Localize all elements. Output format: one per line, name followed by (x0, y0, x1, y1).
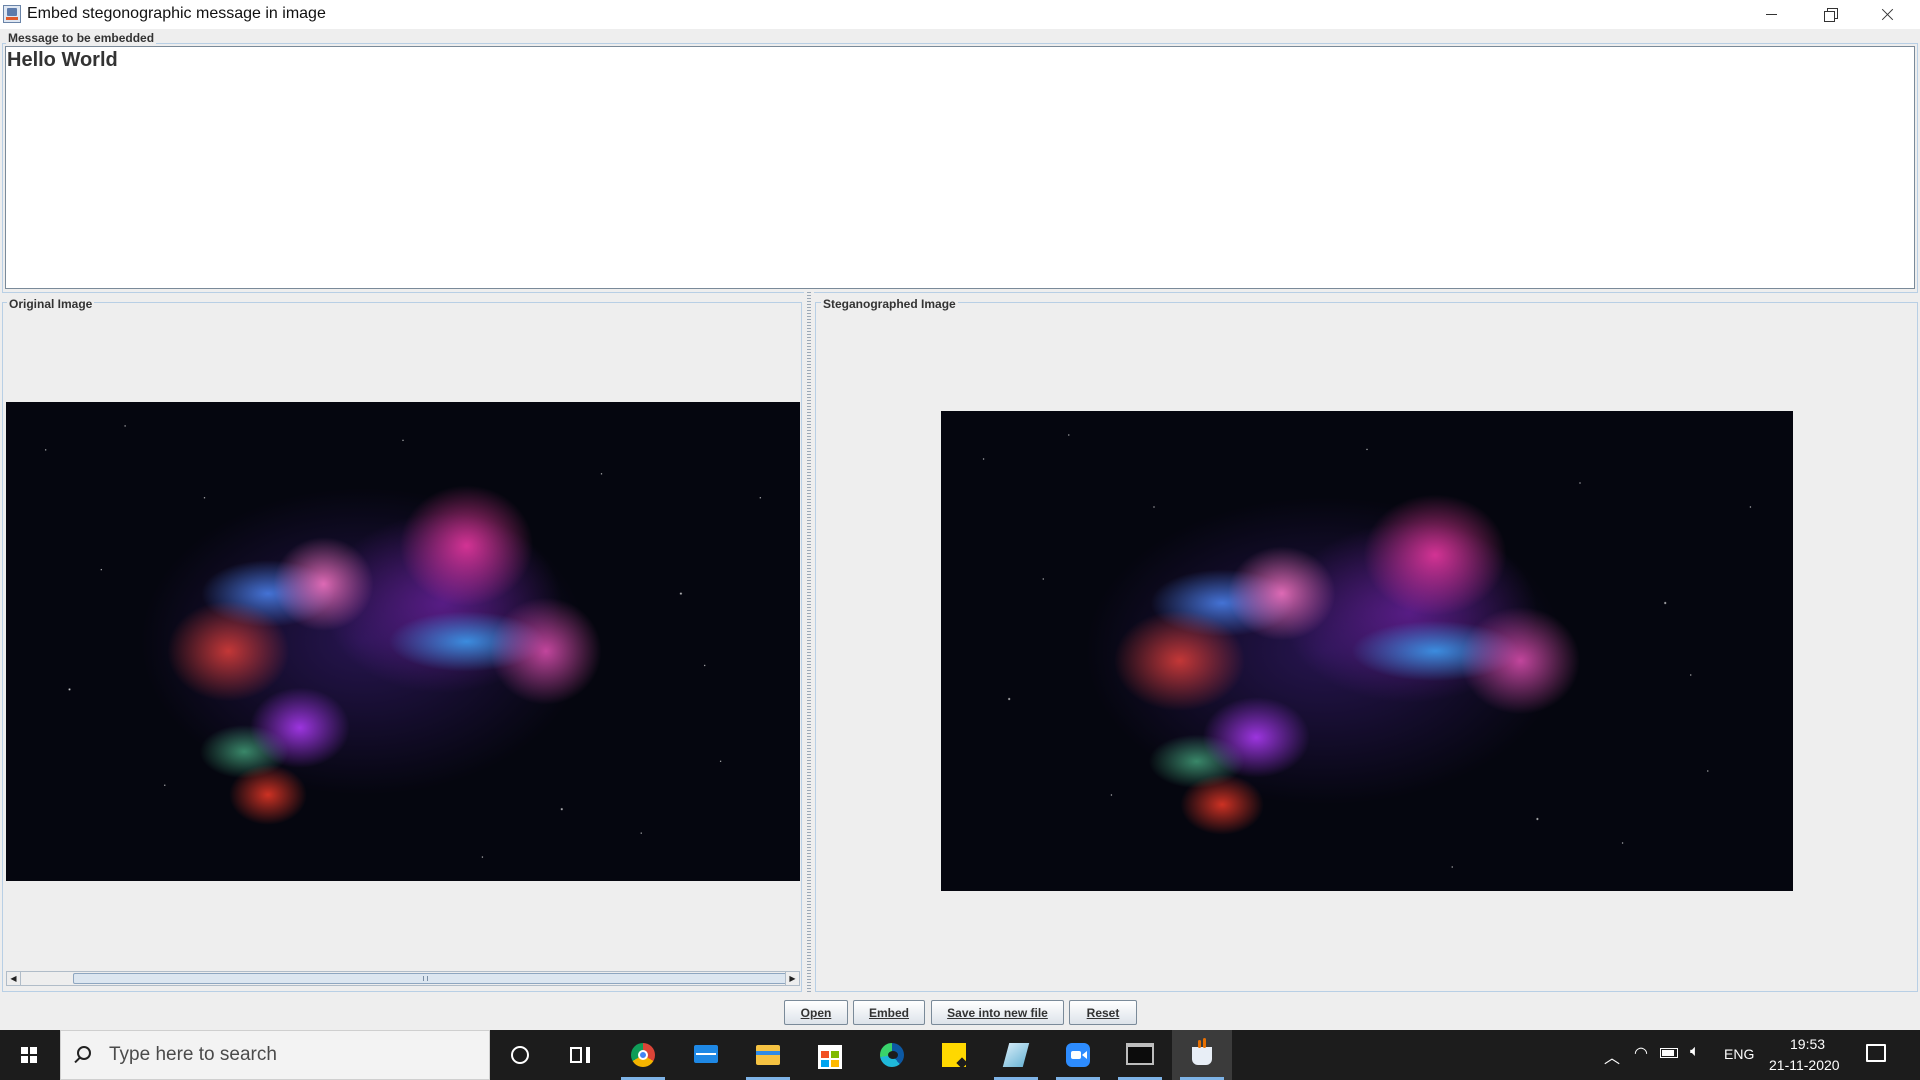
message-group-label: Message to be embedded (6, 31, 157, 45)
store-icon[interactable] (800, 1030, 860, 1080)
original-image-label: Original Image (7, 297, 95, 311)
steganographed-image (941, 411, 1793, 891)
restore-button[interactable] (1800, 0, 1858, 29)
clock[interactable]: 19:53 21-11-2020 (1760, 1030, 1860, 1080)
close-button[interactable] (1858, 0, 1916, 29)
windows-start-icon[interactable] (0, 1030, 60, 1080)
java-icon[interactable] (1172, 1030, 1232, 1080)
reset-button[interactable]: Reset (1069, 1000, 1137, 1025)
java-app-icon (3, 5, 21, 23)
title-bar: Embed stegonographic message in image (0, 0, 1920, 29)
search-icon (77, 1046, 91, 1060)
stego-image-label: Steganographed Image (821, 297, 958, 311)
scrollbar-thumb[interactable] (73, 973, 789, 984)
language-indicator[interactable]: ENG (1724, 1046, 1754, 1062)
cortana-icon[interactable] (490, 1030, 550, 1080)
action-center-icon[interactable] (1866, 1044, 1886, 1062)
original-image (6, 402, 800, 881)
task-view-icon[interactable] (550, 1030, 610, 1080)
battery-icon[interactable] (1660, 1045, 1678, 1061)
message-textarea[interactable] (5, 46, 1915, 289)
window-title: Embed stegonographic message in image (27, 5, 326, 22)
embed-button[interactable]: Embed (853, 1000, 925, 1025)
notepad-icon[interactable] (986, 1030, 1046, 1080)
taskbar: Type here to search ︿ ◠ 🔈︎ ENG 19:53 21-… (0, 1030, 1920, 1080)
clock-time: 19:53 (1790, 1036, 1826, 1052)
sticky-notes-icon[interactable] (924, 1030, 984, 1080)
horizontal-scrollbar[interactable]: ◀ ▶ (6, 971, 800, 986)
zoom-icon[interactable] (1048, 1030, 1108, 1080)
search-placeholder: Type here to search (109, 1044, 277, 1065)
save-into-new-file-button[interactable]: Save into new file (931, 1000, 1064, 1025)
terminal-icon[interactable] (1110, 1030, 1170, 1080)
show-hidden-icons-chevron-icon[interactable]: ︿ (1604, 1044, 1620, 1068)
taskbar-search-box[interactable]: Type here to search (60, 1030, 490, 1080)
volume-icon[interactable]: 🔈︎ (1690, 1043, 1700, 1061)
clock-date: 21-11-2020 (1769, 1057, 1840, 1073)
scroll-left-arrow-icon[interactable]: ◀ (7, 972, 21, 985)
chrome-icon[interactable] (613, 1030, 673, 1080)
file-explorer-icon[interactable] (738, 1030, 798, 1080)
minimize-button[interactable] (1742, 0, 1800, 29)
open-button[interactable]: Open (784, 1000, 848, 1025)
split-pane-divider[interactable] (804, 292, 814, 992)
wifi-icon[interactable]: ◠ (1634, 1043, 1648, 1063)
scroll-right-arrow-icon[interactable]: ▶ (785, 972, 799, 985)
edge-icon[interactable] (862, 1030, 922, 1080)
mail-icon[interactable] (676, 1030, 736, 1080)
